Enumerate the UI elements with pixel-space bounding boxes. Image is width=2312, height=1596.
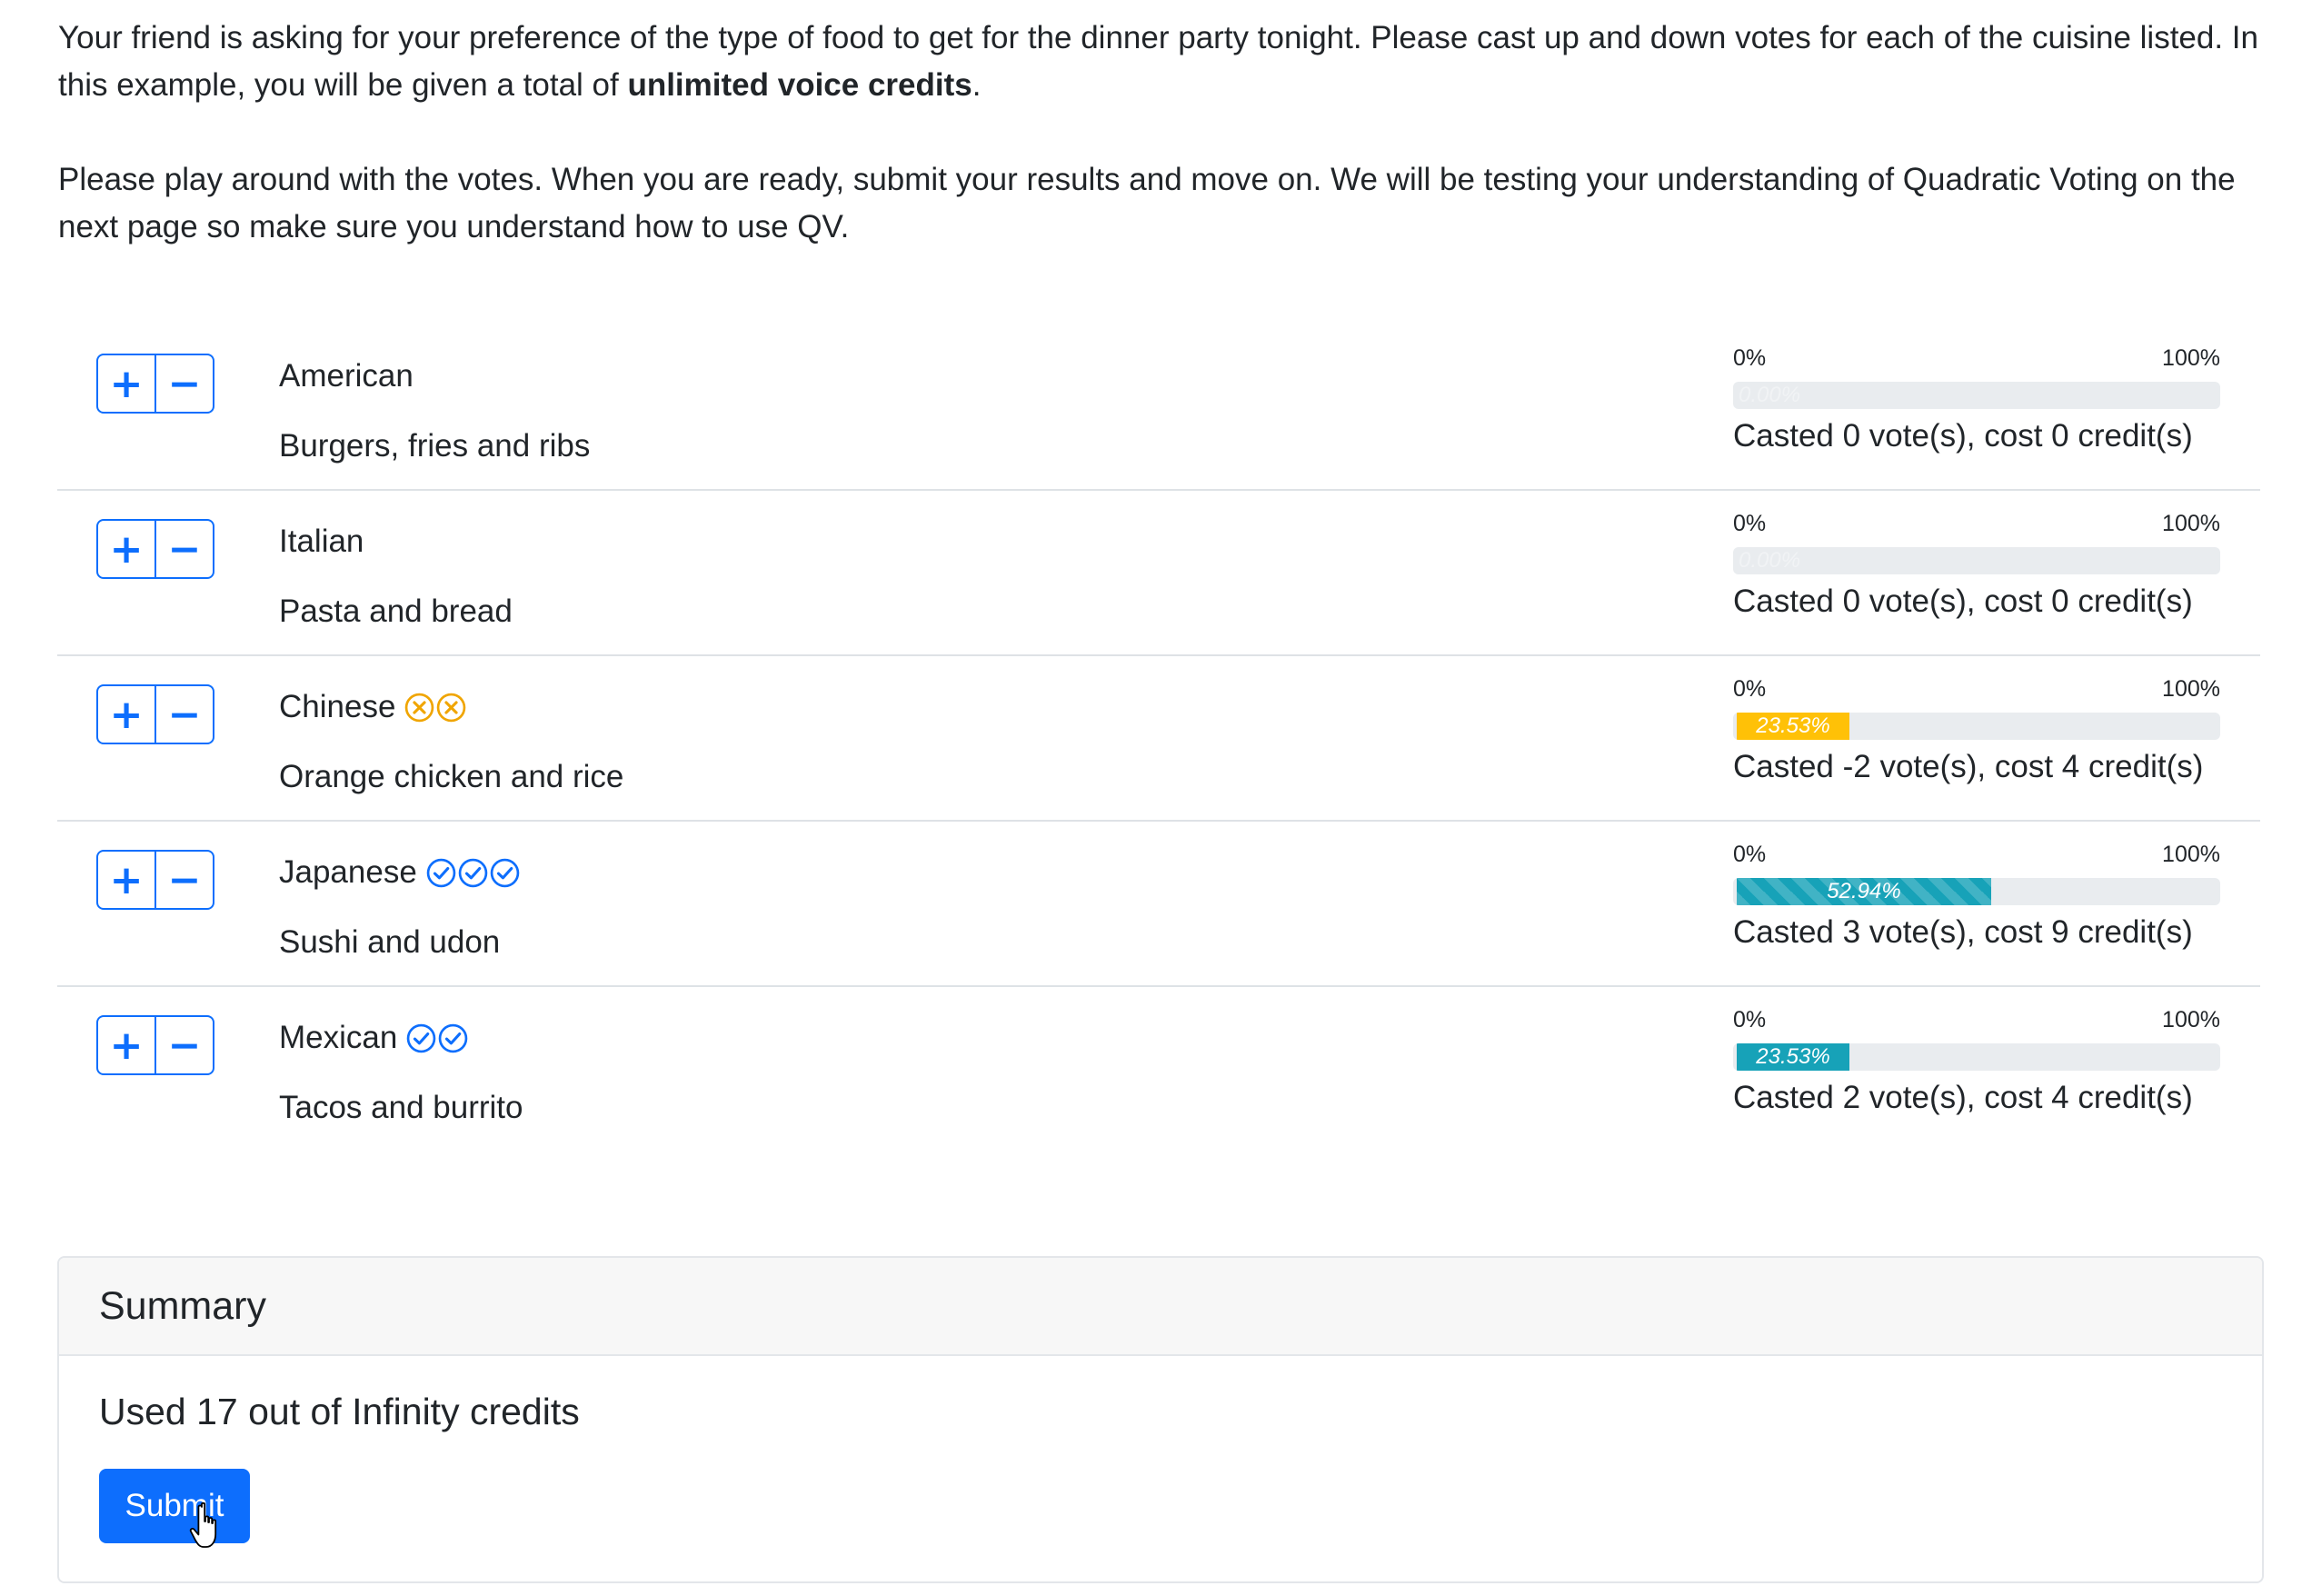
hand-cursor-icon	[189, 1501, 217, 1548]
intro-paragraph-1-text: Your friend is asking for your preferenc…	[58, 20, 2258, 103]
check-circle-icon	[458, 858, 488, 887]
quadratic-voting-page: Your friend is asking for your preferenc…	[0, 0, 2312, 1596]
cuisine-description: Orange chicken and rice	[279, 759, 624, 794]
intro-paragraph-2: Please play around with the votes. When …	[58, 162, 2236, 244]
summary-header: Summary	[59, 1258, 2262, 1356]
vote-button-group: + −	[96, 684, 214, 744]
cuisine-description: Pasta and bread	[279, 594, 513, 629]
intro-paragraph-1: Your friend is asking for your preferenc…	[58, 15, 2276, 109]
upvote-button[interactable]: +	[96, 850, 156, 910]
intro-text: Your friend is asking for your preferenc…	[58, 15, 2276, 298]
progress-min-label: 0%	[1733, 842, 1767, 867]
vote-progress: 0% 100% 0.00% Casted 0 vote(s), cost 0 c…	[1733, 511, 2220, 625]
progress-scale: 0% 100%	[1733, 842, 2220, 871]
check-circle-icon	[490, 858, 520, 887]
cuisine-list: + − American Burgers, fries and ribs 0% …	[57, 325, 2260, 1152]
progress-max-label: 100%	[2162, 345, 2220, 371]
progress-max-label: 100%	[2162, 1007, 2220, 1032]
progress-max-label: 100%	[2162, 676, 2220, 702]
progress-fill: 52.94%	[1737, 878, 1991, 905]
progress-fill: 0.00%	[1739, 383, 1801, 407]
vote-icons	[404, 693, 468, 723]
progress-scale: 0% 100%	[1733, 511, 2220, 540]
progress-min-label: 0%	[1733, 345, 1767, 371]
downvote-button[interactable]: −	[154, 519, 214, 579]
progress-min-label: 0%	[1733, 1007, 1767, 1032]
intro-credits-bold: unlimited voice credits	[627, 67, 972, 103]
vote-progress: 0% 100% 0.00% Casted 0 vote(s), cost 0 c…	[1733, 345, 2220, 460]
credits-used: Used 17 out of Infinity credits	[99, 1391, 580, 1432]
vote-icons	[406, 1023, 470, 1053]
progress-fill: 23.53%	[1737, 1043, 1849, 1071]
progress-fill: 23.53%	[1737, 713, 1849, 740]
cuisine-description: Tacos and burrito	[279, 1090, 523, 1125]
vote-button-group: + −	[96, 1015, 214, 1075]
progress-bar: 23.53%	[1733, 713, 2220, 740]
downvote-button[interactable]: −	[154, 354, 214, 414]
downvote-button[interactable]: −	[154, 684, 214, 744]
progress-fill: 0.00%	[1739, 548, 1801, 573]
vote-progress: 0% 100% 23.53% Casted -2 vote(s), cost 4…	[1733, 676, 2220, 791]
progress-bar: 23.53%	[1733, 1043, 2220, 1071]
cuisine-name-row: Japanese	[279, 849, 522, 896]
cuisine-name: Japanese	[279, 854, 417, 890]
cast-summary: Casted 2 vote(s), cost 4 credit(s)	[1733, 1080, 2193, 1115]
cuisine-name-row: Mexican	[279, 1014, 470, 1062]
cuisine-description: Burgers, fries and ribs	[279, 428, 591, 464]
progress-min-label: 0%	[1733, 511, 1767, 536]
cast-summary: Casted -2 vote(s), cost 4 credit(s)	[1733, 749, 2204, 784]
progress-max-label: 100%	[2162, 511, 2220, 536]
vote-progress: 0% 100% 52.94% Casted 3 vote(s), cost 9 …	[1733, 842, 2220, 956]
progress-bar: 0.00%	[1733, 547, 2220, 574]
vote-button-group: + −	[96, 519, 214, 579]
cast-summary: Casted 0 vote(s), cost 0 credit(s)	[1733, 418, 2193, 454]
check-circle-icon	[426, 858, 456, 887]
x-circle-icon	[437, 693, 466, 722]
cast-summary: Casted 3 vote(s), cost 9 credit(s)	[1733, 914, 2193, 950]
progress-max-label: 100%	[2162, 842, 2220, 867]
intro-paragraph-1-end: .	[972, 67, 982, 103]
cuisine-item: + − Chinese Orange chicken and rice 0% 1…	[57, 656, 2260, 822]
cuisine-name: Italian	[279, 524, 364, 559]
cuisine-name-row: Italian	[279, 518, 373, 565]
vote-progress: 0% 100% 23.53% Casted 2 vote(s), cost 4 …	[1733, 1007, 2220, 1122]
progress-bar: 0.00%	[1733, 382, 2220, 409]
progress-scale: 0% 100%	[1733, 345, 2220, 374]
cuisine-name: American	[279, 358, 414, 394]
progress-bar: 52.94%	[1733, 878, 2220, 905]
cuisine-name-row: Chinese	[279, 683, 468, 731]
downvote-button[interactable]: −	[154, 850, 214, 910]
progress-scale: 0% 100%	[1733, 1007, 2220, 1036]
cuisine-item: + − American Burgers, fries and ribs 0% …	[57, 325, 2260, 491]
check-circle-icon	[407, 1023, 436, 1052]
progress-scale: 0% 100%	[1733, 676, 2220, 705]
upvote-button[interactable]: +	[96, 1015, 156, 1075]
cuisine-description: Sushi and udon	[279, 924, 501, 960]
x-circle-icon	[405, 693, 434, 722]
upvote-button[interactable]: +	[96, 519, 156, 579]
submit-button[interactable]: Submit	[99, 1469, 250, 1543]
cast-summary: Casted 0 vote(s), cost 0 credit(s)	[1733, 584, 2193, 619]
summary-card: Summary Used 17 out of Infinity credits …	[57, 1256, 2264, 1583]
upvote-button[interactable]: +	[96, 354, 156, 414]
vote-icons	[426, 858, 522, 888]
cuisine-name: Mexican	[279, 1020, 398, 1055]
check-circle-icon	[439, 1023, 468, 1052]
progress-min-label: 0%	[1733, 676, 1767, 702]
cuisine-name-row: American	[279, 353, 423, 400]
vote-button-group: + −	[96, 850, 214, 910]
vote-button-group: + −	[96, 354, 214, 414]
cuisine-item: + − Italian Pasta and bread 0% 100% 0.00…	[57, 491, 2260, 656]
cuisine-item: + − Japanese Sushi and udon 0% 100% 52.9…	[57, 822, 2260, 987]
upvote-button[interactable]: +	[96, 684, 156, 744]
downvote-button[interactable]: −	[154, 1015, 214, 1075]
cuisine-item: + − Mexican Tacos and burrito 0% 100% 23…	[57, 987, 2260, 1152]
cuisine-name: Chinese	[279, 689, 396, 724]
